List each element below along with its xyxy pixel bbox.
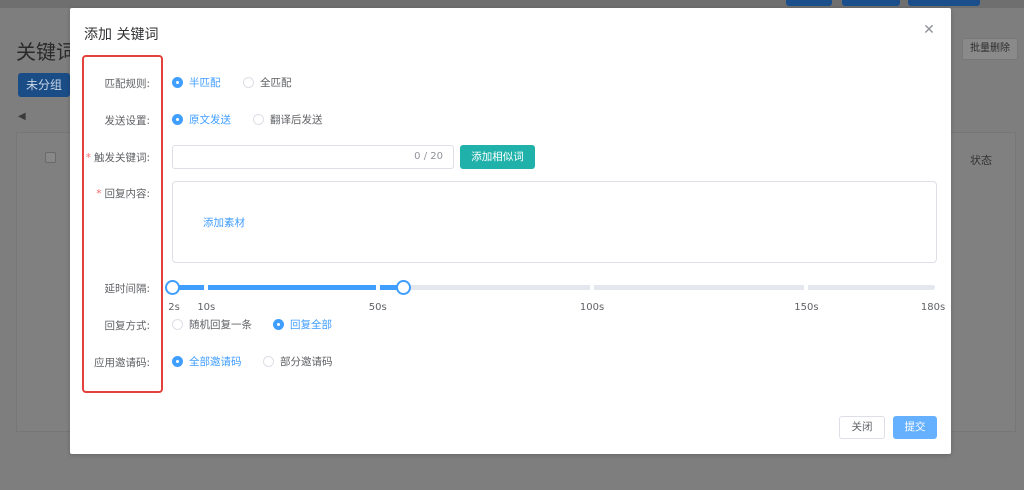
close-icon[interactable]: ✕ — [921, 22, 937, 38]
reply-mode-label: 回复方式: — [104, 320, 150, 332]
top-button-2 — [842, 0, 900, 6]
radio-label: 翻译后发送 — [270, 114, 323, 126]
radio-dot-icon — [243, 77, 254, 88]
slider-stop — [804, 285, 809, 290]
reply-content-box[interactable]: 添加素材 — [172, 181, 937, 263]
slider-handle-start[interactable] — [165, 280, 180, 295]
group-chip: 未分组 — [18, 73, 70, 97]
char-counter: 0 / 20 — [414, 151, 443, 162]
radio-label: 半匹配 — [189, 77, 221, 89]
slider-mark-label: 100s — [579, 302, 605, 313]
slider-mark-label: 180s — [920, 302, 946, 313]
status-column-header: 状态 — [970, 154, 992, 167]
radio-dot-icon — [273, 319, 284, 330]
radio-full-match[interactable]: 全匹配 — [243, 75, 292, 90]
page-title: 关键词 — [16, 40, 76, 64]
submit-button[interactable]: 提交 — [893, 416, 937, 439]
radio-label: 全部邀请码 — [189, 356, 242, 368]
required-mark: * — [85, 152, 91, 164]
close-button[interactable]: 关闭 — [839, 416, 885, 439]
radio-partial-invite-codes[interactable]: 部分邀请码 — [263, 354, 333, 369]
radio-half-match[interactable]: 半匹配 — [172, 75, 221, 90]
radio-dot-icon — [263, 356, 274, 367]
match-rule-label: 匹配规则: — [104, 78, 150, 90]
delay-interval-slider[interactable] — [165, 280, 935, 295]
radio-original-send[interactable]: 原文发送 — [172, 112, 231, 127]
radio-dot-icon — [172, 77, 183, 88]
radio-reply-all[interactable]: 回复全部 — [273, 317, 332, 332]
add-keyword-dialog: 添加 关键词 ✕ 匹配规则: 半匹配 全匹配 发送设置: 原文发送 翻译后发送 … — [70, 8, 951, 454]
slider-stop — [375, 285, 380, 290]
radio-label: 回复全部 — [290, 319, 332, 331]
radio-label: 全匹配 — [260, 77, 292, 89]
slider-handle-end[interactable] — [396, 280, 412, 295]
radio-all-invite-codes[interactable]: 全部邀请码 — [172, 354, 242, 369]
delay-interval-label: 延时间隔: — [104, 283, 150, 295]
invite-code-label: 应用邀请码: — [93, 357, 150, 369]
slider-mark-label: 2s — [168, 302, 180, 313]
trigger-keyword-input[interactable]: 0 / 20 — [172, 145, 454, 169]
radio-random-reply[interactable]: 随机回复一条 — [172, 317, 252, 332]
add-similar-word-button[interactable]: 添加相似词 — [460, 145, 535, 169]
dialog-title: 添加 关键词 — [84, 27, 159, 43]
radio-dot-icon — [172, 356, 183, 367]
slider-stop — [590, 285, 595, 290]
top-button-3 — [908, 0, 980, 6]
trigger-keyword-label: * 触发关键词: — [76, 150, 150, 165]
radio-dot-icon — [172, 114, 183, 125]
chevron-left-icon: ◀ — [18, 111, 26, 122]
slider-mark-label: 50s — [368, 302, 387, 313]
trigger-keyword-label-text: 触发关键词: — [93, 152, 150, 164]
reply-content-label: * 回复内容: — [76, 186, 150, 201]
radio-translated-send[interactable]: 翻译后发送 — [253, 112, 323, 127]
top-button-1 — [786, 0, 832, 6]
radio-label: 部分邀请码 — [280, 356, 333, 368]
radio-label: 原文发送 — [189, 114, 231, 126]
batch-delete-button: 批量删除 — [962, 38, 1018, 60]
slider-stop — [204, 285, 209, 290]
radio-dot-icon — [172, 319, 183, 330]
radio-label: 随机回复一条 — [189, 319, 252, 331]
label-highlight-box — [82, 55, 163, 393]
add-material-link[interactable]: 添加素材 — [203, 215, 245, 230]
radio-dot-icon — [253, 114, 264, 125]
send-setting-label: 发送设置: — [104, 115, 150, 127]
select-all-checkbox — [45, 152, 56, 163]
reply-content-label-text: 回复内容: — [104, 188, 150, 200]
slider-mark-label: 150s — [794, 302, 819, 313]
slider-mark-label: 10s — [197, 302, 216, 313]
required-mark: * — [96, 188, 102, 200]
